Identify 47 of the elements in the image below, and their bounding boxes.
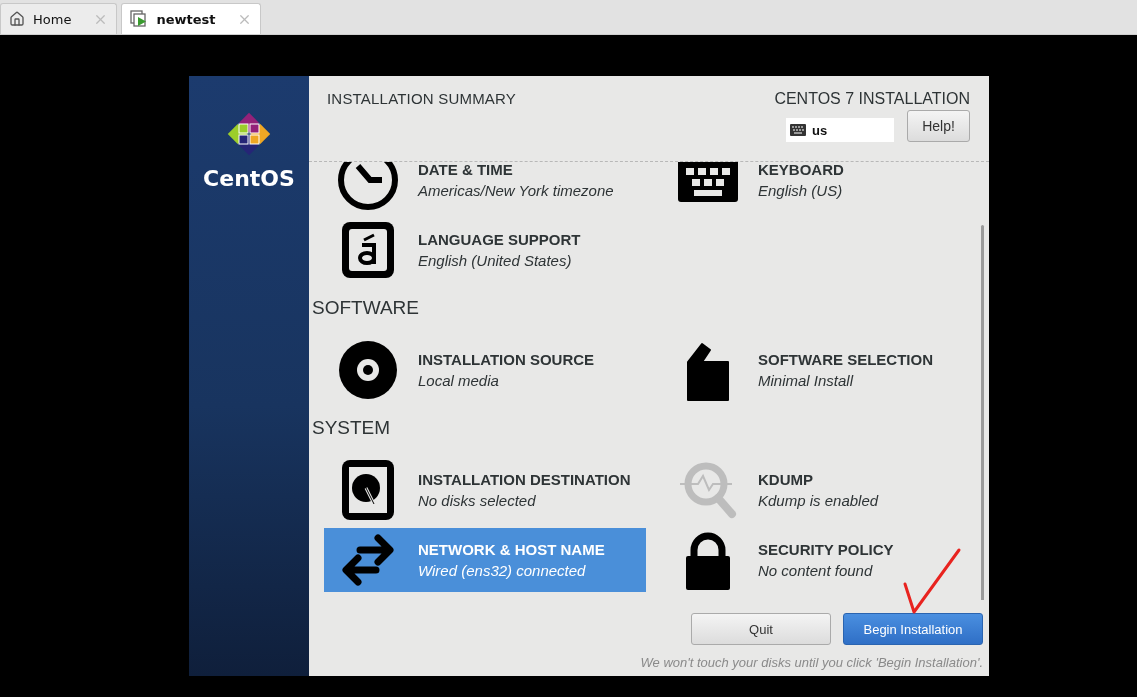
logo-text: CentOS [203,166,295,191]
quit-button[interactable]: Quit [691,613,831,645]
footnote: We won't touch your disks until you click 'Begin Installation'. [640,655,983,670]
home-icon [9,11,25,27]
tab[interactable]: Home [0,3,118,34]
logo-icon [225,110,273,158]
keyboard-layout-field[interactable]: us [786,118,894,142]
spoke-status: No content found [758,562,874,579]
spoke-title: SECURITY POLICY [758,541,894,558]
scrollbar[interactable] [981,225,984,600]
spoke-status: No disks selected [418,492,537,509]
spoke-item[interactable]: INSTALLATION DESTINATION No disks selected [324,458,646,522]
section-heading: SOFTWARE [312,298,420,318]
spoke-item[interactable]: SECURITY POLICY No content found [664,528,986,592]
spoke-title: SOFTWARE SELECTION [758,351,933,368]
spoke-item[interactable]: INSTALLATION SOURCE Local media [324,338,646,402]
spoke-item[interactable]: DATE & TIME Americas/New York timezone [324,162,646,212]
spoke-status: English (United States) [418,252,573,269]
spoke-title: INSTALLATION SOURCE [418,351,595,368]
spoke-item[interactable]: SOFTWARE SELECTION Minimal Install [664,338,986,402]
spoke-status: Minimal Install [758,372,855,389]
section-heading: SYSTEM [312,418,392,438]
spoke-title: LANGUAGE SUPPORT [418,231,581,248]
spoke-title: INSTALLATION DESTINATION [418,471,631,488]
keyboard-icon [790,124,806,136]
spoke-item[interactable]: KDUMP Kdump is enabled [664,458,986,522]
clock-icon [336,162,400,212]
disc-icon [336,338,400,402]
spoke-status: English (US) [758,182,844,199]
tab-label: Home [33,11,72,27]
spoke-status: Kdump is enabled [758,492,879,509]
tab[interactable]: newtest [121,3,262,34]
spoke-title: NETWORK & HOST NAME [418,541,605,558]
spoke-item[interactable]: LANGUAGE SUPPORT English (United States) [324,218,646,282]
spoke-title: KEYBOARD [758,162,844,178]
product-title: CENTOS 7 INSTALLATION [774,90,970,108]
spoke-status: Wired (ens32) connected [418,562,587,579]
spoke-status: Local media [418,372,500,389]
vm-icon [130,10,149,28]
help-button[interactable]: Help! [907,110,970,142]
spoke-title: KDUMP [758,471,814,488]
page-title: INSTALLATION SUMMARY [327,90,517,109]
spoke-status: Americas/New York timezone [418,182,614,199]
tab-label: newtest [156,11,216,27]
spoke-item[interactable]: KEYBOARD English (US) [664,162,986,212]
spoke-title: DATE & TIME [418,162,514,178]
begin-installation-button[interactable]: Begin Installation [843,613,983,645]
